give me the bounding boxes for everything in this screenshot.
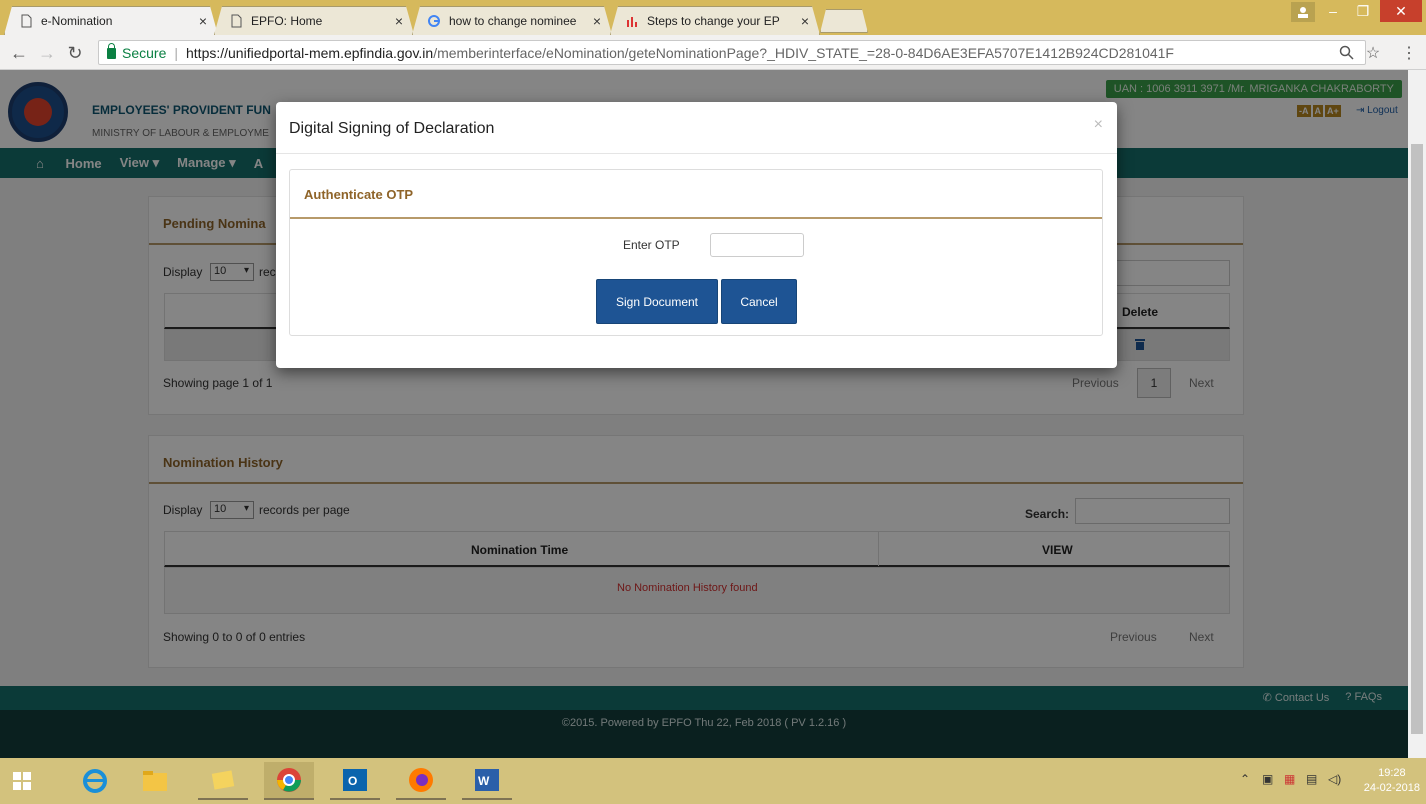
input-method-icon[interactable]: ▤ — [1306, 772, 1317, 786]
svg-text:O: O — [348, 774, 357, 788]
clock-date: 24-02-2018 — [1363, 782, 1420, 794]
page-scrollbar[interactable] — [1408, 70, 1426, 758]
browser-tab-strip: e-Nomination × EPFO: Home × how to chang… — [0, 0, 1426, 35]
address-bar: ← → ↻ Secure | https://unifiedportal-mem… — [0, 35, 1426, 70]
close-window-icon[interactable]: ✕ — [1380, 0, 1422, 22]
zoom-icon[interactable] — [1336, 42, 1358, 64]
bookmark-star-icon[interactable]: ☆ — [1362, 42, 1384, 64]
chrome-icon[interactable] — [264, 762, 314, 800]
secure-indicator[interactable]: Secure — [107, 43, 167, 61]
tab-title: Steps to change your EP — [647, 14, 780, 28]
forward-icon[interactable]: → — [36, 42, 58, 64]
tab-e-nomination[interactable]: e-Nomination × — [4, 6, 218, 35]
tab-google-search[interactable]: how to change nominee × — [412, 6, 612, 35]
tab-close-icon[interactable]: × — [199, 13, 207, 29]
url-separator: | — [174, 44, 178, 61]
menu-icon[interactable]: ⋮ — [1398, 42, 1420, 64]
authenticate-otp-panel: Authenticate OTP Enter OTP Sign Document… — [289, 169, 1103, 336]
maximize-icon[interactable]: ❐ — [1348, 0, 1378, 22]
tab-title: how to change nominee — [449, 14, 577, 28]
digital-signing-modal: Digital Signing of Declaration × Authent… — [276, 102, 1117, 368]
tab-epfo-home[interactable]: EPFO: Home × — [214, 6, 414, 35]
close-icon[interactable]: × — [1094, 116, 1103, 134]
system-clock[interactable]: 19:28 24-02-2018 — [1364, 766, 1420, 796]
profile-icon[interactable] — [1291, 2, 1315, 22]
lock-icon — [107, 43, 116, 59]
tab-close-icon[interactable]: × — [593, 13, 601, 29]
windows-taskbar: O W ⌃ ▣ ▦ ▤ ◁) 19:28 24-02-2018 — [0, 758, 1426, 804]
sticky-notes-icon[interactable] — [198, 762, 248, 800]
sign-document-button[interactable]: Sign Document — [596, 279, 718, 324]
page-icon — [19, 14, 33, 28]
chart-icon — [625, 14, 639, 28]
tray-chevron-icon[interactable]: ⌃ — [1240, 772, 1250, 786]
new-tab-button[interactable] — [820, 9, 868, 33]
page-icon — [229, 14, 243, 28]
firefox-icon[interactable] — [396, 762, 446, 800]
otp-label: Enter OTP — [623, 238, 680, 252]
tab-close-icon[interactable]: × — [395, 13, 403, 29]
cancel-button[interactable]: Cancel — [721, 279, 797, 324]
section-title: Authenticate OTP — [304, 187, 414, 202]
minimize-icon[interactable]: – — [1318, 0, 1348, 22]
file-explorer-icon[interactable] — [130, 762, 180, 800]
scrollbar-thumb[interactable] — [1411, 144, 1423, 734]
clock-time: 19:28 — [1378, 767, 1406, 779]
svg-text:W: W — [478, 774, 490, 788]
modal-title: Digital Signing of Declaration — [289, 120, 495, 137]
otp-input[interactable] — [710, 233, 804, 257]
url-path: /memberinterface/eNomination/geteNominat… — [433, 44, 1174, 61]
section-divider — [290, 217, 1102, 219]
back-icon[interactable]: ← — [8, 42, 30, 64]
modal-divider — [276, 153, 1117, 154]
page-content: EMPLOYEES' PROVIDENT FUN MINISTRY OF LAB… — [0, 70, 1408, 758]
tab-title: e-Nomination — [41, 14, 113, 28]
tab-steps-change[interactable]: Steps to change your EP × — [610, 6, 820, 35]
internet-explorer-icon[interactable] — [70, 762, 120, 800]
reload-icon[interactable]: ↻ — [64, 42, 86, 64]
tray-app-icon[interactable]: ▣ — [1262, 772, 1273, 786]
url-field[interactable]: Secure | https://unifiedportal-mem.epfin… — [98, 40, 1366, 65]
network-icon[interactable]: ▦ — [1284, 772, 1295, 786]
google-icon — [427, 14, 441, 28]
windows-start-icon[interactable] — [0, 762, 44, 800]
url-host: https://unifiedportal-mem.epfindia.gov.i… — [186, 44, 434, 61]
volume-icon[interactable]: ◁) — [1328, 772, 1341, 786]
tab-close-icon[interactable]: × — [801, 13, 809, 29]
outlook-icon[interactable]: O — [330, 762, 380, 800]
word-icon[interactable]: W — [462, 762, 512, 800]
tab-title: EPFO: Home — [251, 14, 323, 28]
secure-label: Secure — [122, 44, 167, 61]
